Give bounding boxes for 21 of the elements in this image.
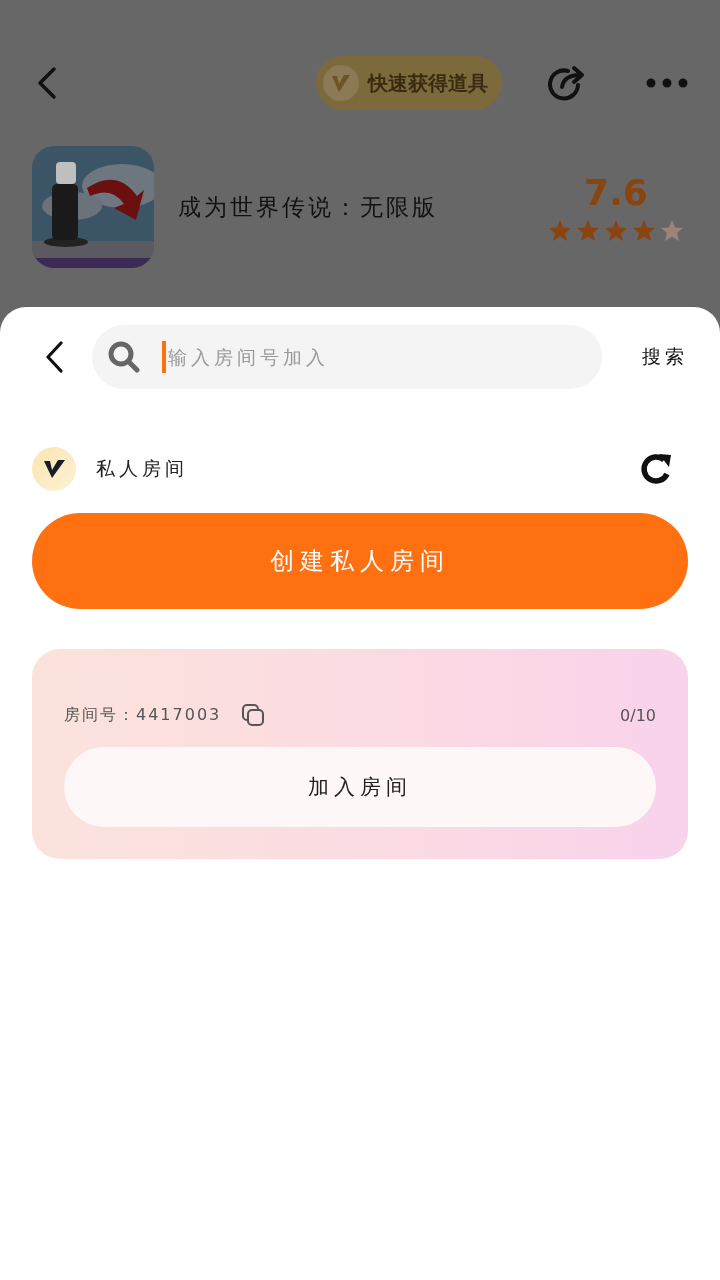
star-icon xyxy=(660,219,684,242)
join-room-button[interactable]: 加入房间 xyxy=(64,747,656,827)
more-icon[interactable] xyxy=(646,78,688,88)
logo-icon xyxy=(322,64,360,102)
member-count: 0/10 xyxy=(620,705,656,725)
star-icon xyxy=(548,219,572,242)
search-field[interactable]: 输入房间号加入 xyxy=(162,341,586,373)
back-icon[interactable] xyxy=(44,341,64,373)
section-title: 私人房间 xyxy=(96,456,188,481)
star-icon xyxy=(632,219,656,242)
star-icon xyxy=(604,219,628,242)
room-number: 房间号：4417003 xyxy=(64,704,222,726)
refresh-icon[interactable] xyxy=(640,452,674,486)
app-title: 成为世界传说：无限版 xyxy=(178,192,439,222)
search-button[interactable]: 搜索 xyxy=(612,344,688,370)
rating-score: 7.6 xyxy=(584,172,648,213)
star-icon xyxy=(576,219,600,242)
copy-icon[interactable] xyxy=(241,703,266,727)
logo-icon xyxy=(32,447,76,491)
search-icon xyxy=(108,341,140,373)
search-bar[interactable]: 输入房间号加入 xyxy=(92,325,602,389)
